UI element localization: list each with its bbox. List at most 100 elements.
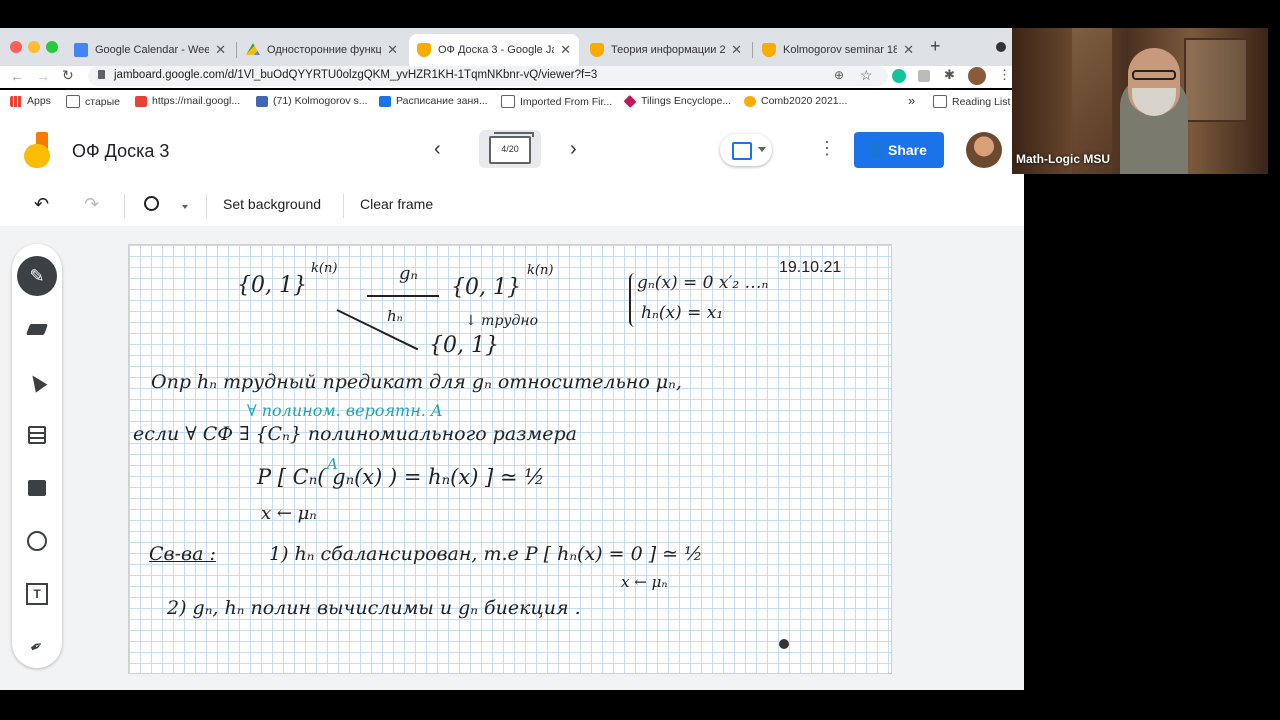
bookmark-item[interactable]: https://mail.googl...: [135, 95, 240, 107]
close-tab-icon[interactable]: ✕: [387, 42, 398, 58]
next-frame-chevron-icon[interactable]: ›: [570, 138, 577, 161]
extension-icon[interactable]: [918, 70, 930, 82]
bookmark-item[interactable]: Imported From Fir...: [501, 95, 612, 108]
clear-frame-button[interactable]: Clear frame: [360, 196, 433, 212]
handwritten-formula: x ← μₙ: [621, 573, 668, 591]
minimize-window-button[interactable]: [28, 41, 40, 53]
sticky-note-icon: [28, 426, 46, 444]
present-button[interactable]: [720, 134, 772, 166]
handwritten-note: ↓ трудно: [465, 313, 539, 329]
sticky-note-tool-button[interactable]: [12, 413, 62, 457]
select-tool-button[interactable]: [12, 360, 62, 404]
shape-tool-button[interactable]: [12, 519, 62, 563]
browser-menu-icon[interactable]: ⋮: [998, 67, 1011, 83]
image-tool-button[interactable]: [12, 466, 62, 510]
tab-divider: [752, 42, 753, 58]
cast-screen-icon: [732, 142, 752, 160]
chevron-down-icon: [758, 147, 766, 152]
more-options-icon[interactable]: ⋮: [818, 138, 836, 159]
bookmark-item[interactable]: Расписание заня...: [379, 95, 488, 107]
handwritten-formula: P [ Cₙ( gₙ(x) ) = hₙ(x) ] ≃ ½: [257, 465, 545, 489]
bookmark-item[interactable]: Tilings Encyclope...: [623, 94, 731, 108]
comb-icon: [744, 95, 756, 107]
laser-tool-button[interactable]: ✒: [12, 625, 62, 669]
reading-list-icon: [933, 95, 947, 108]
tool-palette: ✎ T ✒: [12, 244, 62, 668]
bookmark-star-icon[interactable]: ☆: [860, 67, 873, 84]
jamboard-icon: [590, 43, 604, 57]
close-tab-icon[interactable]: ✕: [215, 42, 226, 58]
toolbar-divider: [343, 194, 344, 218]
toolbar-divider: [124, 194, 125, 218]
bookmark-item[interactable]: Comb2020 2021...: [744, 95, 847, 107]
zoom-icon[interactable]: [144, 196, 159, 211]
handwritten-definition: если ∀ СФ ∃ {Cₙ} полиномиального размера: [133, 423, 578, 445]
reading-list-button[interactable]: Reading List: [933, 95, 1010, 108]
reload-icon[interactable]: ↻: [62, 67, 74, 84]
eraser-tool-button[interactable]: [12, 307, 62, 351]
video-caption: Math-Logic MSU: [1016, 152, 1110, 166]
handwritten-annotation-blue: ∀ полином. вероятн. A: [247, 401, 443, 420]
calendar-icon: [74, 43, 88, 57]
bookmark-item[interactable]: Apps: [10, 95, 51, 107]
tab-divider: [236, 42, 237, 58]
whiteboard-frame[interactable]: 19.10.21 {0, 1} k(n) gₙ {0, 1} k(n) gₙ(x…: [128, 244, 892, 674]
bookmark-label: Imported From Fir...: [520, 95, 613, 108]
glasses-icon: [1132, 70, 1176, 80]
bookmarks-overflow-icon[interactable]: »: [908, 93, 915, 108]
image-icon: [28, 480, 46, 496]
zoom-lens-icon[interactable]: ⊕: [834, 68, 844, 82]
close-tab-icon[interactable]: ✕: [560, 42, 571, 58]
forward-arrow-icon[interactable]: →: [36, 68, 50, 84]
frame-counter: 4/20: [489, 136, 531, 164]
new-tab-plus-icon[interactable]: +: [930, 36, 941, 57]
handwritten-exponent: k(n): [311, 261, 338, 276]
browser-tab[interactable]: Kolmogorov seminar 18/1 ✕: [754, 34, 922, 66]
tab-title: ОФ Доска 3 - Google Jam: [438, 44, 555, 56]
browser-tab-active[interactable]: ОФ Доска 3 - Google Jam ✕: [409, 34, 579, 66]
url-field[interactable]: jamboard.google.com/d/1Vl_buOdQYYRTU0olz…: [88, 66, 888, 86]
set-background-button[interactable]: Set background: [223, 196, 321, 212]
redo-icon[interactable]: ↷: [84, 194, 99, 215]
frame-bar-toggle[interactable]: 4/20: [479, 130, 541, 168]
back-arrow-icon[interactable]: ←: [10, 68, 24, 84]
browser-tab-bar: Google Calendar - Week o ✕ Односторонние…: [0, 28, 1012, 66]
text-box-tool-button[interactable]: T: [12, 572, 62, 616]
previous-frame-chevron-icon[interactable]: ‹: [434, 138, 441, 161]
close-tab-icon[interactable]: ✕: [903, 42, 914, 58]
handwritten-brace: [629, 273, 637, 327]
jamboard-icon: [762, 43, 776, 57]
jam-title[interactable]: ОФ Доска 3: [72, 141, 169, 162]
close-tab-icon[interactable]: ✕: [731, 42, 742, 58]
handwritten-property: 1) hₙ сбалансирован, т.е P [ hₙ(x) = 0 ]…: [269, 543, 703, 565]
profile-avatar[interactable]: [968, 67, 986, 85]
pen-icon: ✎: [17, 256, 57, 296]
schedule-icon: [379, 95, 391, 107]
browser-tab[interactable]: Google Calendar - Week o ✕: [66, 34, 234, 66]
share-button[interactable]: 👤 Share: [854, 132, 944, 168]
pen-cursor-dot: [779, 639, 789, 649]
speaker-video-tile: Math-Logic MSU: [1012, 28, 1268, 174]
bookmark-item[interactable]: (71) Kolmogorov s...: [256, 95, 368, 107]
zoom-dropdown-chevron-icon[interactable]: [182, 205, 188, 209]
undo-icon[interactable]: ↶: [34, 194, 49, 215]
jamboard-icon: [417, 43, 431, 57]
app-header: ОФ Доска 3 ‹ 4/20 › ⋮ 👤 Share: [0, 114, 1024, 187]
bookmark-item[interactable]: старые: [66, 95, 120, 108]
pen-tool-button[interactable]: ✎: [12, 254, 62, 298]
tilings-icon: [623, 94, 637, 108]
tab-search-chevron-icon[interactable]: [996, 42, 1006, 52]
person-add-icon: 👤: [868, 141, 886, 157]
frames-stack-icon: [494, 132, 534, 137]
browser-tab[interactable]: Односторонние функции ✕: [238, 34, 406, 66]
maximize-window-button[interactable]: [46, 41, 58, 53]
close-window-button[interactable]: [10, 41, 22, 53]
jamboard-logo-icon: [24, 132, 50, 168]
grammarly-extension-icon[interactable]: [892, 69, 906, 83]
handwritten-heading: Св-ва :: [149, 543, 216, 565]
lock-icon[interactable]: [98, 70, 105, 79]
url-text: jamboard.google.com/d/1Vl_buOdQYYRTU0olz…: [114, 69, 598, 81]
browser-tab[interactable]: Теория информации 202 ✕: [582, 34, 750, 66]
puzzle-extensions-icon[interactable]: ✱: [944, 67, 955, 83]
user-avatar[interactable]: [966, 132, 1002, 168]
